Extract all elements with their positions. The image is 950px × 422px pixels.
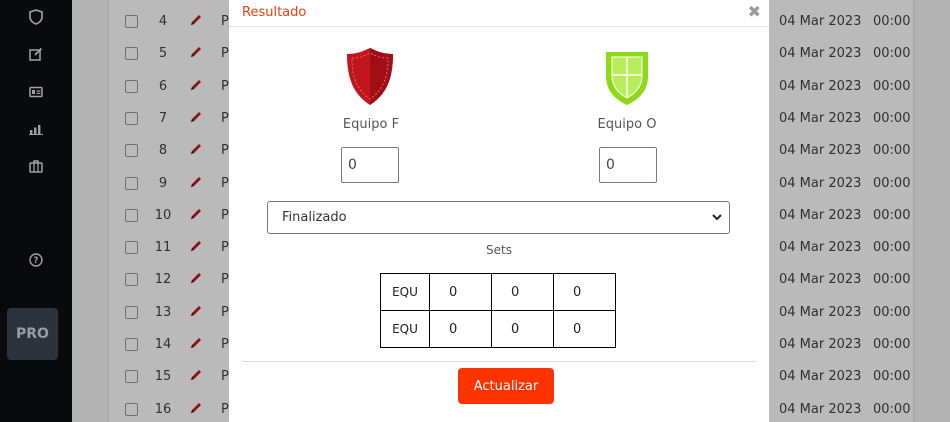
close-icon[interactable]: ✖	[748, 2, 761, 21]
modal-title: Resultado	[242, 5, 307, 20]
team-a-score-input[interactable]	[341, 147, 399, 183]
result-modal: Resultado ✖ Equipo F Equipo O Finalizado…	[229, 0, 769, 422]
status-selected-value: Finalizado	[282, 210, 347, 225]
set-score-cell[interactable]: 0	[553, 310, 616, 348]
sets-team-label: EQU	[380, 273, 430, 311]
sets-row: EQU 0 0 0	[380, 273, 616, 311]
team-b-shield-icon	[604, 48, 650, 110]
team-b-score-input[interactable]	[599, 147, 657, 183]
set-score-cell[interactable]: 0	[429, 310, 492, 348]
sets-team-label: EQU	[380, 310, 430, 348]
team-a-name: Equipo F	[342, 117, 400, 132]
set-score-cell[interactable]: 0	[491, 273, 554, 311]
set-score-cell[interactable]: 0	[553, 273, 616, 311]
footer-divider	[242, 361, 756, 362]
chevron-down-icon	[711, 210, 723, 228]
set-score-cell[interactable]: 0	[429, 273, 492, 311]
sets-table: EQU 0 0 0 EQU 0 0 0	[380, 273, 616, 348]
modal-header: Resultado ✖	[229, 0, 769, 27]
status-select[interactable]: Finalizado	[267, 201, 730, 234]
update-button[interactable]: Actualizar	[458, 368, 554, 404]
set-score-cell[interactable]: 0	[491, 310, 554, 348]
team-b-name: Equipo O	[597, 117, 657, 132]
sets-row: EQU 0 0 0	[380, 310, 616, 348]
sets-label: Sets	[486, 243, 512, 257]
team-a-shield-icon	[343, 48, 397, 110]
